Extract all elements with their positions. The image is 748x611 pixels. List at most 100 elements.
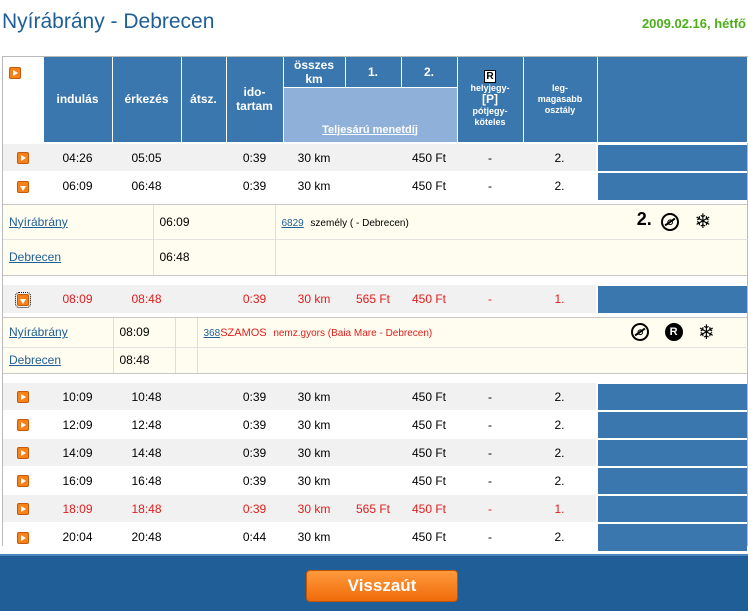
fare-class-2: 450 Ft [401, 410, 457, 439]
collapse-trip-button[interactable] [17, 180, 29, 193]
station-link-from[interactable]: Nyírábrány [9, 215, 68, 229]
highest-class: 1. [523, 284, 597, 313]
trip-row: 08:09 08:48 0:39 30 km 565 Ft 450 Ft -1. [3, 283, 747, 313]
expand-trip-button[interactable] [17, 531, 29, 544]
expand-trip-button[interactable] [17, 391, 29, 404]
duration: 0:39 [226, 438, 283, 467]
departure-time: 06:09 [43, 171, 112, 200]
transfer-count [181, 171, 226, 200]
duration: 0:39 [226, 171, 283, 200]
fare-class-2: 450 Ft [401, 494, 457, 523]
trip-row: 14:09 14:48 0:39 30 km 450 Ft -2. [3, 437, 747, 467]
highest-class: 2. [523, 143, 597, 172]
trip-row: 06:09 06:48 0:39 30 km 450 Ft -2. [3, 170, 747, 200]
train-number-link[interactable]: 6829 [282, 218, 304, 229]
trip-action-cell[interactable] [596, 437, 747, 467]
station-link-from[interactable]: Nyírábrány [9, 325, 68, 339]
duration: 0:39 [226, 494, 283, 523]
seat-required: - [457, 171, 523, 200]
trip-action-cell[interactable] [596, 493, 747, 523]
trip-action-cell[interactable] [596, 381, 747, 411]
footer-bar: Visszaút [0, 554, 748, 611]
train-name: SZAMOS [220, 327, 267, 340]
fare-class-1 [345, 522, 401, 551]
transfer-count [181, 143, 226, 172]
trip-row: 20:04 20:48 0:44 30 km 450 Ft -2. [3, 521, 747, 551]
trip-row: 18:09 18:48 0:39 30 km 565 Ft 450 Ft -1. [3, 493, 747, 523]
transfer-count [181, 466, 226, 495]
train-description: nemz.gyors (Baia Mare - Debrecen) [273, 328, 433, 340]
arrival-time: 14:48 [112, 438, 181, 467]
col-arrival: érkezés [112, 57, 182, 143]
return-trip-button[interactable]: Visszaút [306, 570, 458, 602]
fare-class-2: 450 Ft [401, 143, 457, 172]
duration: 0:39 [226, 466, 283, 495]
trip-action-cell[interactable] [596, 521, 747, 551]
fare-class-1 [345, 410, 401, 439]
station-link-to[interactable]: Debrecen [9, 250, 61, 264]
trip-detail-1: Nyírábrány 06:09 6829 személy ( - Debrec… [3, 203, 748, 276]
col-class-2: 2. [401, 57, 458, 88]
distance: 30 km [283, 522, 345, 551]
arrival-time: 20:48 [112, 522, 181, 551]
highest-class: 2. [523, 522, 597, 551]
train-number-link[interactable]: 368 [204, 328, 221, 339]
col-total-km: összes km [283, 57, 346, 88]
fare-link[interactable]: Teljesárú menetdíj [322, 124, 418, 136]
date-label: 2009.02.16, hétfő [641, 16, 746, 31]
transfer-count [181, 410, 226, 439]
col-class-1: 1. [345, 57, 402, 88]
seat-required: - [457, 382, 523, 411]
snowflake-icon: ❄ [697, 321, 715, 344]
trip-action-cell[interactable] [596, 170, 747, 200]
seat-required: - [457, 410, 523, 439]
fare-class-2: 450 Ft [401, 438, 457, 467]
distance: 30 km [283, 410, 345, 439]
departure-time: 14:09 [43, 438, 112, 467]
no-smoking-icon: ⌀ [661, 212, 680, 231]
expand-all-button[interactable] [9, 66, 21, 79]
table-header: indulás érkezés átsz. ido-tartam összes k… [3, 57, 748, 143]
timetable: indulás érkezés átsz. ido-tartam összes k… [2, 56, 748, 551]
transfer-count [181, 284, 226, 313]
transfer-count [181, 382, 226, 411]
distance: 30 km [283, 171, 345, 200]
duration: 0:39 [226, 410, 283, 439]
trip-action-cell[interactable] [596, 283, 747, 313]
departure-time: 18:09 [43, 494, 112, 523]
train-description: személy ( - Debrecen) [310, 217, 409, 229]
col-highest-class: leg- magasabb osztály [523, 57, 598, 143]
trip-action-cell[interactable] [596, 465, 747, 495]
transfer-count [181, 494, 226, 523]
trip-row: 04:26 05:05 0:39 30 km 450 Ft -2. [3, 142, 747, 172]
expand-trip-button[interactable] [17, 447, 29, 460]
departure-time: 10:09 [43, 382, 112, 411]
expand-trip-button[interactable] [17, 152, 29, 165]
seat-required: - [457, 494, 523, 523]
arrival-time: 18:48 [112, 494, 181, 523]
page-title: Nyírábrány - Debrecen [2, 10, 215, 33]
departure-time: 16:09 [43, 466, 112, 495]
highest-class: 2. [523, 171, 597, 200]
fare-class-1: 565 Ft [345, 494, 401, 523]
col-duration: ido-tartam [226, 57, 284, 143]
distance: 30 km [283, 494, 345, 523]
arrival-time: 06:48 [112, 171, 181, 200]
departure-time: 04:26 [43, 143, 112, 172]
seat-required: - [457, 466, 523, 495]
class-mark: 2. [636, 209, 652, 230]
arrival-time: 12:48 [112, 410, 181, 439]
fare-header: Teljesárú menetdíj [283, 87, 458, 143]
departure-time: 08:09 [43, 284, 112, 313]
station-link-to[interactable]: Debrecen [9, 353, 61, 367]
collapse-trip-button[interactable] [15, 291, 31, 308]
reservation-icon: R [664, 323, 683, 342]
expand-trip-button[interactable] [17, 419, 29, 432]
detail-time: 08:09 [112, 317, 175, 348]
expand-trip-button[interactable] [17, 475, 29, 488]
trip-action-cell[interactable] [596, 142, 747, 172]
expand-trip-button[interactable] [17, 503, 29, 516]
trip-action-cell[interactable] [596, 409, 747, 439]
col-departure: indulás [43, 57, 113, 143]
trip-detail-2: Nyírábrány 08:09 368SZAMOS nemz.gyors (B… [3, 316, 748, 374]
